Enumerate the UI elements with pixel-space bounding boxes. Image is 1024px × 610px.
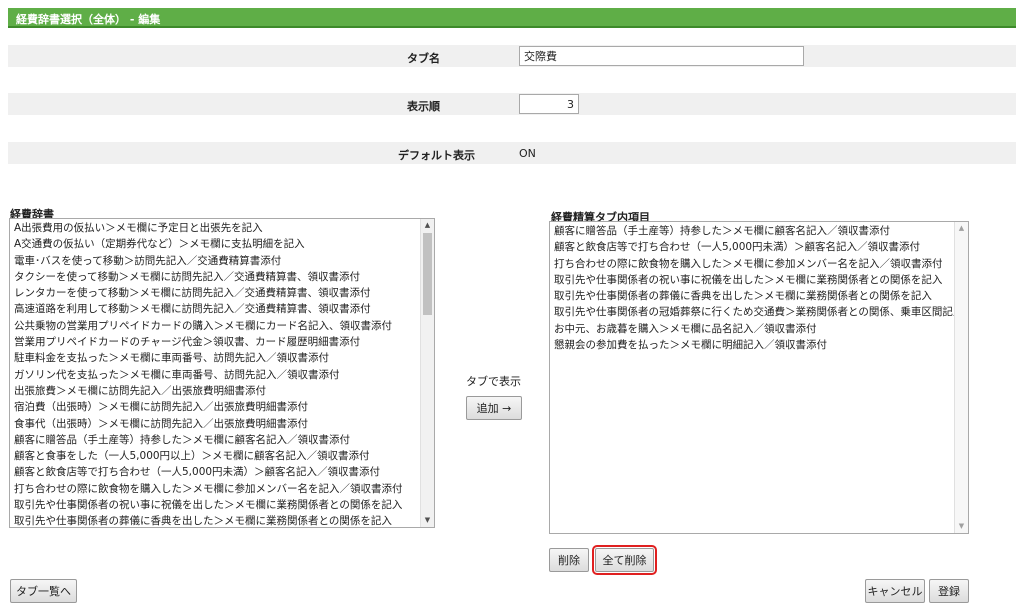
default-display-value: ON <box>519 147 536 160</box>
default-display-label: デフォルト表示 <box>398 149 475 162</box>
list-item[interactable]: 高速道路を利用して移動＞メモ欄に訪問先記入／交通費精算書、領収書添付 <box>12 301 420 317</box>
list-item[interactable]: 駐車料金を支払った＞メモ欄に車両番号、訪問先記入／領収書添付 <box>12 350 420 366</box>
scroll-down-icon[interactable]: ▼ <box>955 520 968 533</box>
scroll-down-icon[interactable]: ▼ <box>421 514 434 527</box>
default-display-row <box>8 142 1016 164</box>
list-item[interactable]: 取引先や仕事関係者の祝い事に祝儀を出した＞メモ欄に業務関係者との関係を記入 <box>12 497 420 513</box>
tab-name-row <box>8 45 1016 67</box>
list-item[interactable]: 顧客と飲食店等で打ち合わせ（一人5,000円未満）＞顧客名記入／領収書添付 <box>552 239 954 255</box>
delete-button[interactable]: 削除 <box>549 548 589 572</box>
back-to-tab-list-button[interactable]: タブ一覧へ <box>10 579 77 603</box>
tab-name-input[interactable] <box>519 46 804 66</box>
list-item[interactable]: 顧客に贈答品（手土産等）持参した＞メモ欄に顧客名記入／領収書添付 <box>12 432 420 448</box>
add-button[interactable]: 追加 → <box>466 396 522 420</box>
page-header: 経費辞書選択（全体） - 編集 <box>8 8 1016 28</box>
tab-items-list: 顧客に贈答品（手土産等）持参した＞メモ欄に顧客名記入／領収書添付 顧客と飲食店等で… <box>552 223 954 353</box>
display-order-input[interactable] <box>519 94 579 114</box>
list-item[interactable]: 電車･バスを使って移動＞訪問先記入／交通費精算書添付 <box>12 253 420 269</box>
list-item[interactable]: 取引先や仕事関係者の冠婚葬祭に行くため交通費＞業務関係者との関係、乗車区間記入 <box>552 304 954 320</box>
list-item[interactable]: A出張費用の仮払い＞メモ欄に予定日と出張先を記入 <box>12 220 420 236</box>
list-item[interactable]: 顧客に贈答品（手土産等）持参した＞メモ欄に顧客名記入／領収書添付 <box>552 223 954 239</box>
list-item[interactable]: 顧客と飲食店等で打ち合わせ（一人5,000円未満）＞顧客名記入／領収書添付 <box>12 464 420 480</box>
save-button[interactable]: 登録 <box>929 579 969 603</box>
tab-display-label: タブで表示 <box>466 375 521 388</box>
list-item[interactable]: 懇親会の参加費を払った＞メモ欄に明細記入／領収書添付 <box>552 337 954 353</box>
list-item[interactable]: 宿泊費（出張時）＞メモ欄に訪問先記入／出張旅費明細書添付 <box>12 399 420 415</box>
tab-name-label: タブ名 <box>407 52 440 65</box>
dictionary-items: A出張費用の仮払い＞メモ欄に予定日と出張先を記入 A交通費の仮払い（定期券代など）… <box>12 220 420 527</box>
display-order-row <box>8 93 1016 115</box>
list-item[interactable]: タクシーを使って移動＞メモ欄に訪問先記入／交通費精算書、領収書添付 <box>12 269 420 285</box>
list-item[interactable]: ガソリン代を支払った＞メモ欄に車両番号、訪問先記入／領収書添付 <box>12 367 420 383</box>
dictionary-listbox[interactable]: A出張費用の仮払い＞メモ欄に予定日と出張先を記入 A交通費の仮払い（定期券代など）… <box>9 218 435 528</box>
list-item[interactable]: 顧客と食事をした（一人5,000円以上）＞メモ欄に顧客名記入／領収書添付 <box>12 448 420 464</box>
list-item[interactable]: 打ち合わせの際に飲食物を購入した＞メモ欄に参加メンバー名を記入／領収書添付 <box>552 256 954 272</box>
dictionary-scrollbar[interactable]: ▲ ▼ <box>420 219 434 527</box>
list-item[interactable]: レンタカーを使って移動＞メモ欄に訪問先記入／交通費精算書、領収書添付 <box>12 285 420 301</box>
list-item[interactable]: お中元、お歳暮を購入＞メモ欄に品名記入／領収書添付 <box>552 321 954 337</box>
list-item[interactable]: A交通費の仮払い（定期券代など）＞メモ欄に支払明細を記入 <box>12 236 420 252</box>
tab-items-scrollbar[interactable]: ▲ ▼ <box>954 222 968 533</box>
list-item[interactable]: 取引先や仕事関係者の葬儀に香典を出した＞メモ欄に業務関係者との関係を記入 <box>552 288 954 304</box>
display-order-label: 表示順 <box>407 100 440 113</box>
delete-all-button[interactable]: 全て削除 <box>592 545 657 575</box>
list-item[interactable]: 取引先や仕事関係者の葬儀に香典を出した＞メモ欄に業務関係者との関係を記入 <box>12 513 420 527</box>
page-title: 経費辞書選択（全体） - 編集 <box>16 13 161 26</box>
scroll-up-icon[interactable]: ▲ <box>421 219 434 232</box>
tab-items-listbox[interactable]: 顧客に贈答品（手土産等）持参した＞メモ欄に顧客名記入／領収書添付 顧客と飲食店等で… <box>549 221 969 534</box>
list-item[interactable]: 取引先や仕事関係者の祝い事に祝儀を出した＞メモ欄に業務関係者との関係を記入 <box>552 272 954 288</box>
scroll-up-icon[interactable]: ▲ <box>955 222 968 235</box>
scroll-thumb[interactable] <box>423 233 432 315</box>
list-item[interactable]: 食事代（出張時）＞メモ欄に訪問先記入／出張旅費明細書添付 <box>12 416 420 432</box>
cancel-button[interactable]: キャンセル <box>865 579 925 603</box>
list-item[interactable]: 出張旅費＞メモ欄に訪問先記入／出張旅費明細書添付 <box>12 383 420 399</box>
list-item[interactable]: 打ち合わせの際に飲食物を購入した＞メモ欄に参加メンバー名を記入／領収書添付 <box>12 481 420 497</box>
list-item[interactable]: 公共乗物の営業用プリペイドカードの購入＞メモ欄にカード名記入、領収書添付 <box>12 318 420 334</box>
list-item[interactable]: 営業用プリペイドカードのチャージ代金＞領収書、カード履歴明細書添付 <box>12 334 420 350</box>
